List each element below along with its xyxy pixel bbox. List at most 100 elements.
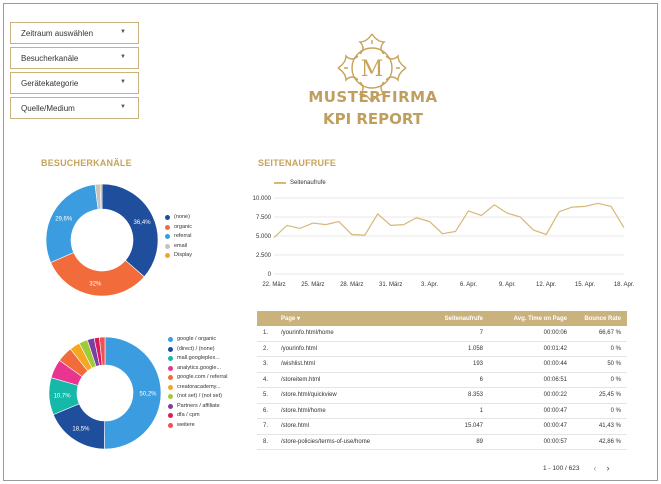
- legend-label: organic: [174, 223, 193, 230]
- row-bounce-rate: 42,86 %: [598, 438, 621, 445]
- row-avg-time: 00:00:57: [543, 438, 567, 445]
- legend-item: creatoracademy...: [168, 383, 236, 393]
- legend-label: Partners / affiliate: [177, 402, 220, 409]
- column-header-bounce-rate[interactable]: Bounce Rate: [567, 316, 625, 322]
- row-bounce-rate: 66,67 %: [598, 330, 621, 337]
- row-page: /wishlist.html: [281, 361, 316, 368]
- slice-data-label: 18,5%: [72, 427, 90, 433]
- legend-label: creatoracademy...: [177, 383, 221, 390]
- row-avg-time: 00:00:47: [543, 423, 567, 430]
- legend-swatch: [168, 356, 173, 361]
- row-avg-time: 00:00:47: [543, 407, 567, 414]
- legend-item: mall.googleplex...: [168, 354, 236, 364]
- legend-item: (direct) / (none): [168, 345, 236, 355]
- legend-item: organic: [165, 223, 192, 233]
- column-header-pageviews[interactable]: Seitenaufrufe: [413, 316, 483, 322]
- pageviews-series-line: [273, 202, 625, 238]
- table-row[interactable]: 5. /store.html/quickview 8.353 00:00:22 25,4…: [257, 388, 627, 404]
- legend-item: Display: [165, 251, 192, 261]
- legend-label: (not set) / (not set): [177, 393, 222, 399]
- row-index: 6.: [263, 407, 269, 414]
- legend-item: google.com / referral: [168, 373, 236, 383]
- legend-swatch: [168, 337, 173, 342]
- source-medium-donut-chart: 50,2% 18,5% 10,7%: [48, 336, 162, 450]
- row-page: /store.html: [281, 423, 310, 430]
- slice-data-label: 29,6%: [55, 216, 73, 222]
- column-header-avg-time[interactable]: Avg. Time on Page: [483, 316, 567, 322]
- legend-label: (direct) / (none): [177, 345, 215, 352]
- row-pageviews: 193: [472, 361, 483, 368]
- x-tick-label: 12. Apr.: [536, 282, 557, 288]
- legend-item: (none): [165, 213, 192, 223]
- table-row[interactable]: 7. /store.html 15.047 00:00:47 41,43 %: [257, 419, 627, 435]
- table-row[interactable]: 4. /storeitem.html 6 00:06:51 0 %: [257, 373, 627, 388]
- table-row[interactable]: 2. /yourinfo.html 1.058 00:01:42 0 %: [257, 342, 627, 357]
- filter-visitor-channels[interactable]: Besucherkanäle ▼: [10, 47, 139, 69]
- series-swatch: [274, 182, 286, 184]
- row-bounce-rate: 50 %: [607, 361, 621, 368]
- legend-label: analytics.google...: [177, 364, 222, 371]
- table-row[interactable]: 1. /yourinfo.html/home 7 00:00:06 66,67 %: [257, 326, 627, 342]
- table-row[interactable]: 3. /wishlist.html 193 00:00:44 50 %: [257, 357, 627, 373]
- y-tick-label: 10.000: [253, 196, 272, 202]
- legend-swatch: [165, 253, 170, 258]
- caret-down-icon: ▼: [120, 79, 126, 85]
- filter-label: Gerätekategorie: [21, 78, 79, 88]
- legend-item: weitere: [168, 421, 236, 431]
- row-bounce-rate: 0 %: [610, 407, 621, 414]
- row-bounce-rate: 0 %: [610, 345, 621, 352]
- row-index: 5.: [263, 392, 269, 399]
- row-avg-time: 00:01:42: [543, 345, 567, 352]
- caret-down-icon: ▼: [120, 104, 126, 110]
- legend-swatch: [168, 346, 173, 352]
- table-row[interactable]: 6. /store.html/home 1 00:00:47 0 %: [257, 404, 627, 419]
- visitor-channels-donut-chart: 36,4% 32% 29,6%: [45, 183, 159, 297]
- legend-item: email: [165, 242, 192, 252]
- legend-label: mall.googleplex...: [177, 355, 220, 361]
- x-tick-label: 15. Apr.: [575, 282, 596, 288]
- legend-swatch: [165, 215, 170, 220]
- row-index: 1.: [263, 330, 269, 337]
- row-page: /store.html/home: [281, 407, 326, 414]
- x-tick-label: 22. März: [262, 282, 285, 288]
- chevron-right-icon[interactable]: ›: [607, 463, 610, 473]
- report-title: KPI REPORT: [322, 110, 424, 128]
- pages-table: Page ▾ Seitenaufrufe Avg. Time on Page B…: [257, 311, 627, 461]
- slice-data-label: 36,4%: [134, 220, 152, 226]
- row-index: 2.: [263, 345, 269, 352]
- row-pageviews: 7: [479, 330, 483, 337]
- chevron-left-icon[interactable]: ‹: [594, 463, 597, 473]
- pageviews-title: SEITENAUFRUFE: [258, 158, 337, 168]
- table-row[interactable]: 8. /store-policies/terms-of-use/home 89 00:…: [257, 435, 627, 450]
- legend-label: (none): [174, 214, 190, 220]
- row-pageviews: 89: [476, 438, 483, 445]
- table-pager: 1 - 100 / 623 ‹ ›: [543, 463, 610, 473]
- legend-item: referral: [165, 232, 192, 242]
- slice-data-label: 50,2%: [139, 391, 157, 397]
- pager-range: 1 - 100 / 623: [543, 464, 580, 472]
- x-tick-label: 6. Apr.: [460, 282, 477, 288]
- row-index: 7.: [263, 423, 269, 430]
- filter-device-category[interactable]: Gerätekategorie ▼: [10, 72, 139, 94]
- row-avg-time: 00:00:22: [543, 392, 567, 399]
- row-page: /yourinfo.html/home: [281, 330, 334, 337]
- legend-label: Display: [174, 252, 193, 258]
- row-index: 3.: [263, 361, 269, 368]
- legend-label: weitere: [177, 421, 195, 428]
- line-chart-legend: Seitenaufrufe: [274, 180, 326, 186]
- row-pageviews: 6: [479, 376, 483, 383]
- legend-label: dfa / cpm: [177, 412, 200, 418]
- legend-label: referral: [174, 233, 192, 239]
- x-tick-label: 9. Apr.: [499, 282, 516, 288]
- row-avg-time: 00:06:51: [543, 376, 567, 383]
- x-tick-label: 28. März: [340, 282, 363, 288]
- column-header-page[interactable]: Page ▾: [279, 315, 413, 322]
- legend-swatch: [165, 234, 170, 239]
- row-avg-time: 00:00:06: [543, 330, 567, 337]
- legend-item: analytics.google...: [168, 364, 236, 374]
- legend-swatch: [168, 375, 173, 380]
- legend-label: google.com / referral: [177, 374, 228, 380]
- filter-date-range[interactable]: Zeitraum auswählen ▼: [10, 22, 139, 44]
- filter-source-medium[interactable]: Quelle/Medium ▼: [10, 97, 139, 119]
- row-pageviews: 1: [479, 407, 483, 414]
